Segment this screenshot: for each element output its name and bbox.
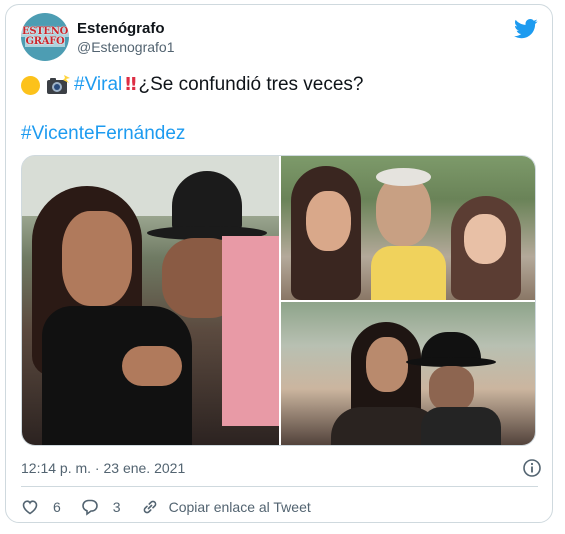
heart-icon (22, 500, 38, 515)
hashtag-viral[interactable]: #Viral (74, 73, 122, 97)
tweet-card[interactable]: ESTENO GRAFO Estenógrafo @Estenografo1 #… (5, 4, 553, 523)
link-icon (143, 500, 156, 514)
twitter-bird-icon[interactable] (514, 19, 538, 39)
yellow-circle-emoji (21, 75, 40, 95)
photo-1[interactable] (22, 156, 279, 445)
camera-flash-emoji (47, 75, 70, 94)
double-exclamation-emoji: ‼ (125, 74, 137, 95)
info-icon[interactable] (523, 459, 541, 477)
tweet-question: ¿Se confundió tres veces? (138, 74, 364, 95)
media-grid (21, 155, 536, 446)
tweet-actions: 6 3 Copiar enlace al Tweet (21, 495, 331, 519)
tweet-timestamp[interactable]: 12:14 p. m. · 23 ene. 2021 (21, 460, 185, 476)
divider (21, 486, 538, 487)
tweet-text-line1: #Viral ‼ ¿Se confundió tres veces? (21, 73, 364, 97)
avatar[interactable]: ESTENO GRAFO (21, 13, 69, 61)
reply-count: 3 (112, 499, 121, 515)
like-count: 6 (53, 499, 61, 515)
photo-2[interactable] (281, 156, 535, 300)
hashtag-vicente-fernandez[interactable]: #VicenteFernández (21, 122, 185, 146)
photo-3[interactable] (281, 302, 535, 445)
avatar-logo-line2: GRAFO (24, 36, 66, 47)
reply-button[interactable]: 3 (81, 498, 121, 516)
author-name[interactable]: Estenógrafo (77, 20, 165, 37)
reply-icon (81, 499, 98, 516)
like-button[interactable]: 6 (21, 498, 61, 516)
copy-link-label: Copiar enlace al Tweet (168, 499, 311, 515)
author-handle[interactable]: @Estenografo1 (77, 39, 175, 55)
copy-link-button[interactable]: Copiar enlace al Tweet (141, 498, 311, 516)
